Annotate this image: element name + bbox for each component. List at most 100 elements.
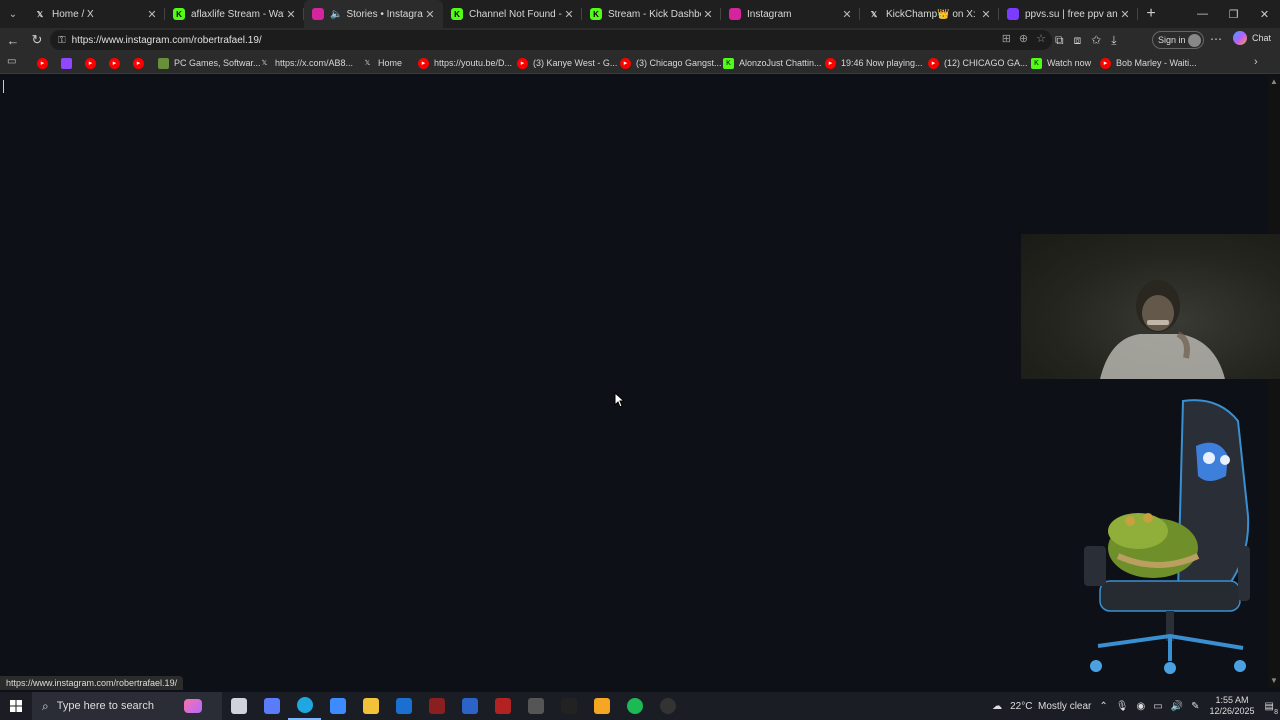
site-info-icon[interactable]: ⚿ [58, 35, 66, 46]
app-available-icon[interactable]: ⊞ [1002, 32, 1011, 45]
bookmark-label: AlonzoJust Chattin... [739, 58, 822, 68]
taskbar-app-11[interactable] [585, 692, 618, 720]
taskbar-app-10[interactable] [552, 692, 585, 720]
weather-icon[interactable]: ☁ [992, 701, 1002, 712]
bookmark-13[interactable]: ▸ (12) CHICAGO GA... [928, 52, 1028, 74]
bookmark-3[interactable]: ▸ [109, 52, 125, 74]
taskbar-app-4[interactable] [354, 692, 387, 720]
bookmark-15[interactable]: ▸ Bob Marley - Waiti... [1100, 52, 1197, 74]
scroll-up-icon[interactable]: ▲ [1270, 77, 1278, 86]
bookmark-5[interactable]: PC Games, Softwar... [158, 52, 261, 74]
taskbar-app-6[interactable] [420, 692, 453, 720]
bookmark-9[interactable]: ▸ (3) Kanye West - G... [517, 52, 617, 74]
page-scrollbar[interactable]: ▲ ▼ [1268, 75, 1280, 687]
taskbar-app-13[interactable] [651, 692, 684, 720]
bookmark-1[interactable] [61, 52, 77, 74]
bookmark-0[interactable]: ▸ [37, 52, 53, 74]
webcam-person-image [1100, 280, 1225, 379]
taskbar-app-12[interactable] [618, 692, 651, 720]
tab-close-icon[interactable]: ✕ [979, 8, 993, 21]
youtube-icon: ▸ [133, 57, 144, 69]
close-window-icon[interactable]: ✕ [1249, 0, 1280, 28]
favorite-star-icon[interactable]: ☆ [1036, 32, 1046, 45]
bookmark-7[interactable]: 𝕏 Home [362, 52, 402, 74]
taskbar-app-7[interactable] [453, 692, 486, 720]
favorites-icon[interactable]: ✩ [1091, 33, 1101, 47]
mouse-cursor-icon [614, 392, 624, 408]
downloads-icon[interactable]: ⤓ [1111, 33, 1116, 48]
tab-7[interactable]: ppvs.su | free ppv and sports✕ [999, 0, 1138, 28]
copilot-icon [263, 698, 280, 714]
pc-games-icon [158, 57, 169, 69]
search-placeholder: Type here to search [56, 700, 154, 712]
taskbar-app-8[interactable] [486, 692, 519, 720]
tab-4[interactable]: K Stream - Kick Dashboard✕ [582, 0, 721, 28]
tab-close-icon[interactable]: ✕ [284, 8, 298, 21]
bookmark-2[interactable]: ▸ [85, 52, 101, 74]
tab-0[interactable]: 𝕏 Home / X ✕ [26, 0, 165, 28]
bookmark-11[interactable]: K AlonzoJust Chattin... [723, 52, 822, 74]
bookmark-12[interactable]: ▸ 19:46 Now playing... [825, 52, 923, 74]
start-button[interactable] [0, 692, 32, 720]
taskbar-app-2[interactable] [288, 692, 321, 720]
taskbar-search[interactable]: ⌕ Type here to search [32, 692, 222, 720]
volume-icon[interactable]: 🔊 [1171, 701, 1183, 712]
tab-close-icon[interactable]: ✕ [562, 8, 576, 21]
tab-close-icon[interactable]: ✕ [701, 8, 715, 21]
notification-center-icon[interactable]: ▤ 8 [1265, 701, 1278, 716]
zoom-icon[interactable]: ⊕ [1019, 32, 1028, 45]
scroll-down-icon[interactable]: ▼ [1270, 676, 1278, 685]
tab-3[interactable]: K Channel Not Found - Kick St✕ [443, 0, 582, 28]
bookmark-14[interactable]: K Watch now [1031, 52, 1091, 74]
taskbar-app-9[interactable] [519, 692, 552, 720]
webcam-tray-icon[interactable]: ◉ [1136, 701, 1145, 712]
taskbar-app-5[interactable] [387, 692, 420, 720]
youtube-icon: ▸ [85, 57, 96, 69]
tab-2[interactable]: 🔈 Stories • Instagram ✕ [304, 0, 443, 28]
tab-close-icon[interactable]: ✕ [423, 8, 437, 21]
reload-button[interactable]: ↻ [25, 32, 49, 48]
tab-close-icon[interactable]: ✕ [1118, 8, 1132, 21]
bookmark-10[interactable]: ▸ (3) Chicago Gangst... [620, 52, 722, 74]
network-icon[interactable]: ▭ [1153, 701, 1162, 712]
avatar [1188, 34, 1201, 47]
split-screen-icon[interactable]: ⧈ [1074, 33, 1082, 48]
tab-close-icon[interactable]: ✕ [145, 8, 159, 21]
bookmark-4[interactable]: ▸ [133, 52, 149, 74]
x-logo-icon: 𝕏 [364, 60, 371, 67]
tab-close-icon[interactable]: ✕ [840, 8, 854, 21]
bookmark-6[interactable]: 𝕏https://x.com/AB8... [259, 52, 353, 74]
taskbar-app-1[interactable] [255, 692, 288, 720]
bookmarks-menu-icon[interactable]: ▭ [7, 56, 16, 67]
tab-5[interactable]: Instagram ✕ [721, 0, 860, 28]
taskbar-clock[interactable]: 1:55 AM 12/26/2025 [1210, 695, 1255, 717]
extensions-icon[interactable]: ⧉ [1055, 33, 1064, 48]
hidden-icons-chevron-icon[interactable]: ⌃ [1099, 701, 1107, 712]
tab-list-button[interactable]: ⌄ [0, 0, 26, 28]
taskbar-app-0[interactable] [222, 692, 255, 720]
taskbar-app-3[interactable] [321, 692, 354, 720]
bolt-app-icon [593, 698, 610, 714]
back-button[interactable]: ← [1, 33, 25, 48]
more-menu-icon[interactable]: ⋯ [1210, 32, 1222, 46]
tab-1[interactable]: Kaflaxlife Stream - Watch Live✕ [165, 0, 304, 28]
minimize-icon[interactable]: — [1187, 0, 1218, 28]
microphone-icon[interactable]: 🎙 [1116, 701, 1129, 712]
kick-logo-icon: K [1031, 57, 1042, 69]
tab-separator [1137, 8, 1138, 20]
sign-in-button[interactable]: Sign in [1152, 31, 1204, 49]
kick-logo-icon: K [723, 57, 734, 69]
bookmark-8[interactable]: ▸ https://youtu.be/D... [418, 52, 512, 74]
restore-icon[interactable]: ❐ [1218, 0, 1249, 28]
weather-text[interactable]: 22°C Mostly clear [1010, 701, 1091, 712]
audio-playing-icon[interactable]: 🔈 [330, 9, 342, 20]
address-bar[interactable]: ⚿ https://www.instagram.com/robertrafael… [50, 30, 1052, 50]
tab-6[interactable]: 𝕏 KickChamp👑 on X: "Clavicu✕ [860, 0, 999, 28]
pen-icon[interactable]: ✎ [1191, 701, 1199, 712]
gaming-chair-frog-image [1084, 399, 1250, 674]
bookmarks-overflow-icon[interactable]: › [1254, 56, 1258, 68]
fatal-app-icon [461, 698, 478, 714]
new-tab-button[interactable]: + [1138, 5, 1164, 23]
browser-toolbar: ← ↻ ⚿ https://www.instagram.com/robertra… [0, 28, 1280, 52]
copilot-chat-button[interactable]: Chat [1233, 31, 1271, 45]
